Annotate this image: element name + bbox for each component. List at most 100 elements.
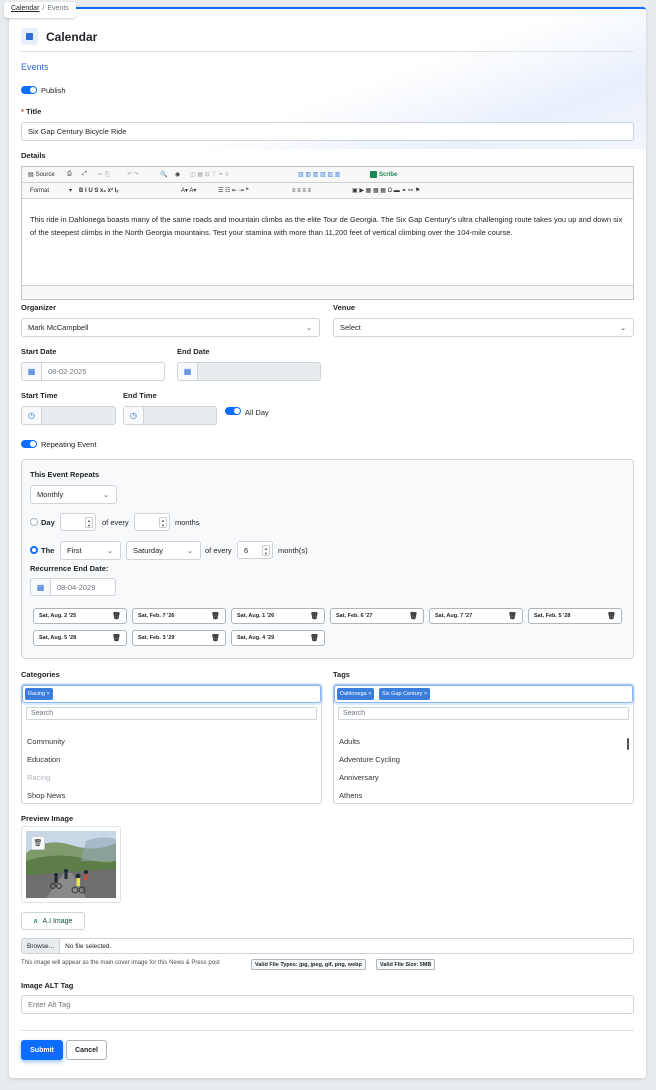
chevron-down-icon: ⌄ [187, 548, 193, 555]
cancel-button[interactable]: Cancel [66, 1040, 107, 1060]
category-tag[interactable]: Racing × [25, 688, 53, 700]
editor-toolbar-row1: ▤ Source ⎙ ⤢ ✂ ⎘ ↶ ↷ 🔍 ◉ ◫ ▦ ⊟ ⊤ ≐ ≡ ▥ ▥… [22, 167, 633, 183]
categories-label: Categories [21, 670, 60, 679]
list-item[interactable]: Adventure Cycling [339, 755, 400, 764]
list-icons[interactable]: ☰ ☷ ⇤ ⇥ ❝ [218, 186, 249, 195]
editor-toolbar-row2: Format ▾ B I U S x₂ x² Iₓ A▾ A▾ ☰ ☷ ⇤ ⇥ ❝… [22, 183, 633, 199]
trash-icon[interactable]: 🗑 [112, 634, 121, 642]
start-date-label: Start Date [21, 347, 57, 356]
submit-button[interactable]: Submit [21, 1040, 63, 1060]
categories-selected[interactable]: Racing × [22, 685, 321, 703]
breadcrumb-calendar-link[interactable]: Calendar [11, 5, 39, 12]
file-input[interactable]: Browse... No file selected. [21, 938, 634, 954]
month-interval-input[interactable]: ▲ ▼ [134, 513, 170, 531]
list-item[interactable]: Anniversary [339, 773, 379, 782]
preview-icon[interactable]: ⎙ [67, 170, 72, 179]
trash-icon[interactable]: 🗑 [211, 634, 220, 642]
scribe-button[interactable]: Scribe [370, 170, 397, 179]
cut-icon[interactable]: ✂ ⎘ [98, 170, 110, 179]
calendar-icon[interactable]: ▦ [30, 578, 51, 596]
calendar-icon[interactable]: ▦ [177, 362, 198, 381]
the-radio[interactable] [30, 546, 38, 554]
table-tools-icon[interactable]: ▥ ▥ ▥ ▥ ▥ ▥ [298, 170, 340, 179]
ordinal-select[interactable]: First ⌄ [60, 541, 121, 560]
start-time-input[interactable] [41, 406, 116, 425]
alt-label: Image ALT Tag [21, 981, 74, 990]
publish-label: Publish [41, 86, 66, 95]
alt-tag-input[interactable] [21, 995, 634, 1014]
venue-select[interactable]: Select ⌄ [333, 318, 634, 337]
repeat-title: This Event Repeats [30, 470, 100, 479]
day-radio[interactable] [30, 518, 38, 526]
weekday-select[interactable]: Saturday ⌄ [126, 541, 201, 560]
occurrence-chip: Sat, Aug. 7 '27 🗑 [429, 608, 523, 624]
maximize-icon[interactable]: ⤢ [82, 170, 87, 179]
repeating-toggle[interactable] [21, 440, 37, 448]
tags-selected[interactable]: Dahlonega × Six Gap Century × [334, 685, 633, 703]
undo-icon[interactable]: ↶ ↷ [127, 170, 139, 179]
all-day-label: All Day [245, 408, 269, 417]
scrollbar[interactable] [627, 738, 629, 750]
occurrence-chip: Sat, Aug. 5 '28 🗑 [33, 630, 127, 646]
list-item[interactable]: Shop News [27, 791, 65, 800]
occurrence-chip: Sat, Aug. 1 '26 🗑 [231, 608, 325, 624]
recurrence-end-input[interactable]: 08-04-2029 [50, 578, 116, 596]
occurrence-chip: Sat, Aug. 4 '29 🗑 [231, 630, 325, 646]
trash-icon[interactable]: 🗑 [112, 612, 121, 620]
trash-icon[interactable]: 🗑 [310, 634, 319, 642]
find-icon[interactable]: 🔍 [160, 170, 167, 179]
organizer-select[interactable]: Mark McCampbell ⌄ [21, 318, 320, 337]
editor-resize-bar[interactable] [22, 285, 633, 299]
spellcheck-icon[interactable]: ◉ [175, 170, 180, 179]
blocks-icon[interactable]: ◫ ▦ ⊟ ⊤ ≐ ≡ [190, 170, 228, 179]
title-input[interactable]: Six Gap Century Bicycle Ride [21, 122, 634, 141]
rich-text-editor: ▤ Source ⎙ ⤢ ✂ ⎘ ↶ ↷ 🔍 ◉ ◫ ▦ ⊟ ⊤ ≐ ≡ ▥ ▥… [21, 166, 634, 300]
day-number-input[interactable]: ▲ ▼ [60, 513, 96, 531]
trash-icon[interactable]: 🗑 [508, 612, 517, 620]
the-label: The [41, 546, 55, 555]
editor-content[interactable]: This ride in Dahlonega boasts many of th… [30, 213, 625, 239]
categories-search-input[interactable]: Search [26, 707, 317, 720]
trash-icon[interactable]: 🗑 [607, 612, 616, 620]
list-item[interactable]: Racing [27, 773, 50, 782]
trash-icon[interactable]: 🗑 [211, 612, 220, 620]
end-date-input[interactable] [197, 362, 321, 381]
occurrence-chip: Sat, Aug. 2 '25 🗑 [33, 608, 127, 624]
source-button[interactable]: ▤ Source [28, 170, 55, 179]
interval-input[interactable]: 6 ▲ ▼ [237, 541, 273, 559]
occurrence-date: Sat, Aug. 1 '26 [237, 613, 275, 619]
occurrence-chip: Sat, Feb. 5 '28 🗑 [528, 608, 622, 624]
color-icons[interactable]: A▾ A▾ [181, 186, 196, 195]
day-label: Day [41, 518, 55, 527]
format-select[interactable]: Format ▾ [30, 186, 72, 195]
section-title: Events [21, 62, 49, 72]
browse-button[interactable]: Browse... [22, 939, 61, 953]
list-item[interactable]: Education [27, 755, 60, 764]
preview-label: Preview Image [21, 814, 74, 823]
frequency-select[interactable]: Monthly ⌄ [30, 485, 117, 504]
tag-chip[interactable]: Six Gap Century × [379, 688, 431, 700]
align-icons[interactable]: ≡ ≡ ≡ ≡ [292, 186, 311, 195]
trash-icon[interactable]: 🗑 [409, 612, 418, 620]
clock-icon[interactable]: ◷ [123, 406, 144, 425]
all-day-toggle[interactable] [225, 407, 241, 415]
repeat-panel: This Event Repeats Monthly ⌄ Day ▲ ▼ of ev… [21, 459, 634, 659]
of-every-label-2: of every [205, 546, 232, 555]
ai-image-button[interactable]: ʌ A.I Image [21, 912, 85, 930]
list-item[interactable]: Community [27, 737, 65, 746]
delete-image-button[interactable]: 🗑 [31, 836, 45, 850]
tag-chip[interactable]: Dahlonega × [337, 688, 375, 700]
tags-search-input[interactable]: Search [338, 707, 629, 720]
list-item[interactable]: Athens [339, 791, 362, 800]
list-item[interactable]: Adults [339, 737, 360, 746]
end-time-input[interactable] [143, 406, 217, 425]
insert-icons[interactable]: ▣ ▶ ▦ ▦ ▦ Ω ▬ ⚭ ⚯ ⚑ [352, 186, 420, 195]
format-buttons[interactable]: B I U S x₂ x² Iₓ [79, 186, 119, 195]
start-date-input[interactable]: 08-02-2025 [41, 362, 165, 381]
publish-toggle[interactable] [21, 86, 37, 94]
trash-icon[interactable]: 🗑 [310, 612, 319, 620]
occurrence-date: Sat, Aug. 4 '29 [237, 635, 275, 641]
calendar-icon[interactable]: ▦ [21, 362, 42, 381]
occurrence-chip: Sat, Feb. 3 '29 🗑 [132, 630, 226, 646]
clock-icon[interactable]: ◷ [21, 406, 42, 425]
